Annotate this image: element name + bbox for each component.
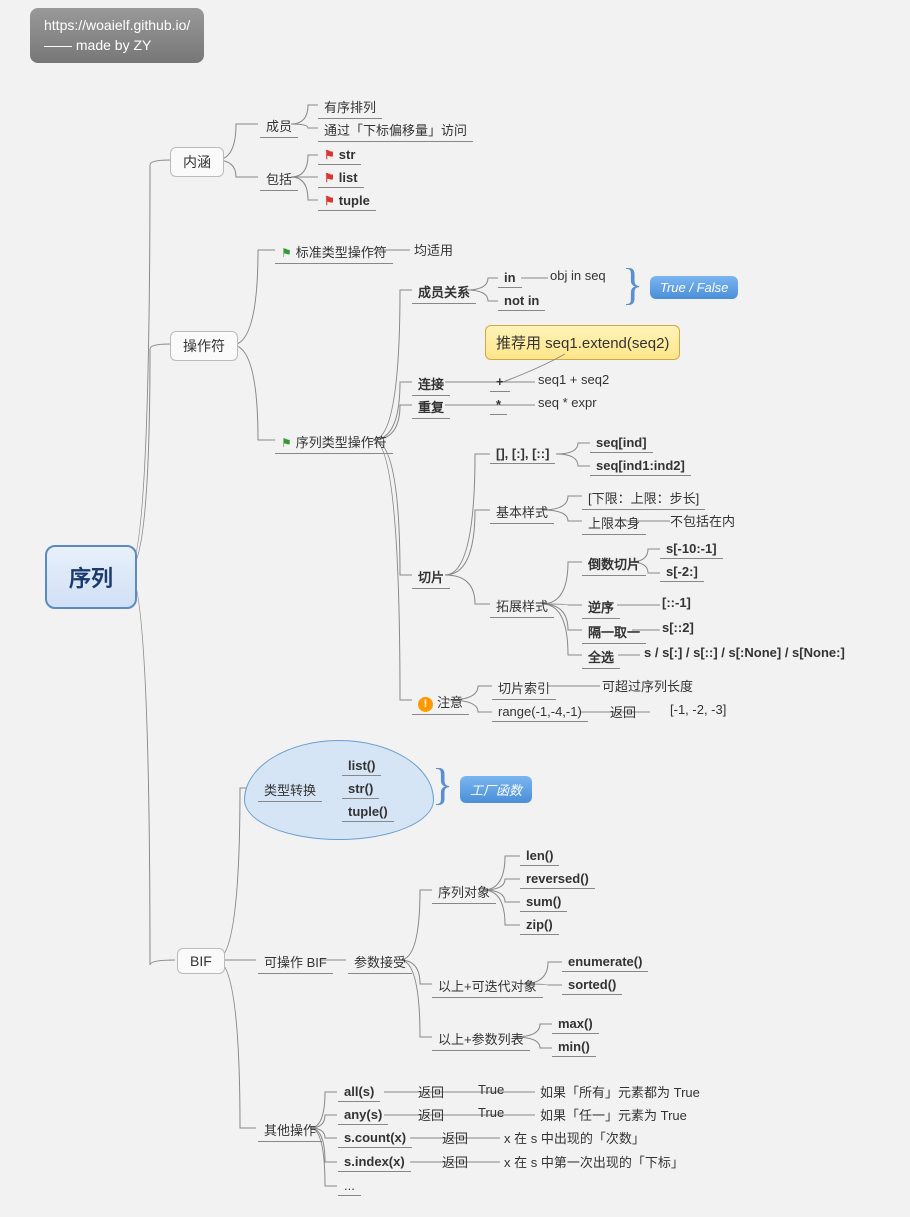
node-canshuliebiao: 以上+参数列表: [432, 1027, 530, 1051]
brace-icon: }: [432, 770, 453, 801]
leaf: *: [490, 395, 507, 415]
leaf: seq[ind]: [590, 433, 653, 453]
warn-icon: !: [418, 697, 433, 712]
leaf: 不包括在内: [670, 511, 735, 530]
leaf: list(): [342, 756, 381, 776]
leaf: 切片索引: [492, 676, 556, 700]
leaf: seq[ind1:ind2]: [590, 456, 691, 476]
node-chongfu: 重复: [412, 395, 450, 419]
leaf: x 在 s 中第一次出现的「下标」: [504, 1152, 684, 1171]
node-daoshu: 倒数切片: [582, 552, 646, 576]
node-zhuyi: !注意: [412, 690, 469, 715]
leaf: 如果「所有」元素都为 True: [540, 1082, 700, 1101]
leaf: 返回: [442, 1128, 468, 1147]
node-qiepian: 切片: [412, 565, 450, 589]
leaf: 可超过序列长度: [602, 676, 693, 695]
leaf: 如果「任一」元素为 True: [540, 1105, 687, 1124]
leaf: s / s[:] / s[::] / s[:None] / s[None:]: [644, 645, 845, 660]
leaf: s.count(x): [338, 1128, 412, 1148]
leaf: zip(): [520, 915, 559, 935]
leaf: seq1 + seq2: [538, 372, 609, 387]
leaf-more: ...: [338, 1176, 361, 1196]
leaf: reversed(): [520, 869, 595, 889]
leaf: sorted(): [562, 975, 622, 995]
leaf: enumerate(): [562, 952, 648, 972]
leaf: True: [478, 1105, 504, 1120]
leaf: 返回: [418, 1105, 444, 1124]
leaf: range(-1,-4,-1): [492, 702, 588, 722]
leaf: seq * expr: [538, 395, 597, 410]
node-kediedai: 以上+可迭代对象: [432, 974, 543, 998]
node-jiben: 基本样式: [490, 500, 554, 524]
leaf: len(): [520, 846, 559, 866]
leaf: 返回: [610, 702, 636, 721]
leaf: any(s): [338, 1105, 388, 1125]
leaf: str(): [342, 779, 379, 799]
leaf: True: [478, 1082, 504, 1097]
node-lianjie: 连接: [412, 372, 450, 396]
leaf: x 在 s 中出现的「次数」: [504, 1128, 645, 1147]
badge-factory: 工厂函数: [460, 776, 532, 803]
leaf: all(s): [338, 1082, 380, 1102]
leaf: tuple(): [342, 802, 394, 822]
leaf: 上限本身: [582, 511, 646, 535]
node-geyi: 隔一取一: [582, 620, 646, 644]
leaf: sum(): [520, 892, 567, 912]
leaf: [下限：上限：步长]: [582, 486, 705, 510]
leaf: [], [:], [::]: [490, 444, 555, 464]
leaf: s[-2:]: [660, 562, 704, 582]
leaf: 返回: [418, 1082, 444, 1101]
node-bif: BIF: [177, 948, 225, 974]
node-quanxuan: 全选: [582, 645, 620, 669]
leaf: max(): [552, 1014, 599, 1034]
node-xulieobj: 序列对象: [432, 880, 496, 904]
node-canshu: 参数接受: [348, 950, 412, 974]
leaf: s[::2]: [662, 620, 694, 635]
leaf: +: [490, 372, 510, 392]
leaf: 返回: [442, 1152, 468, 1171]
node-zhuanhuan: 类型转换: [258, 778, 322, 802]
leaf: [::-1]: [662, 595, 691, 610]
node-kebif: 可操作 BIF: [258, 950, 333, 974]
node-nixu: 逆序: [582, 595, 620, 619]
leaf: [-1, -2, -3]: [670, 702, 726, 717]
leaf: s.index(x): [338, 1152, 411, 1172]
leaf: s[-10:-1]: [660, 539, 723, 559]
leaf: min(): [552, 1037, 596, 1057]
node-tuozhan: 拓展样式: [490, 594, 554, 618]
node-qita: 其他操作: [258, 1118, 322, 1142]
